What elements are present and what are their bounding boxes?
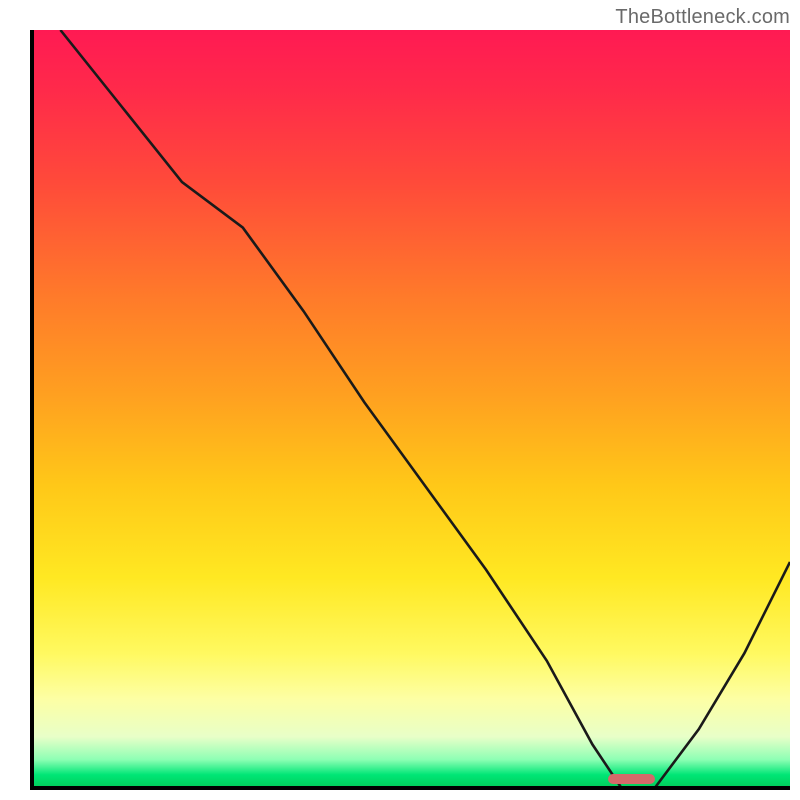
y-axis [30,30,34,790]
watermark-text: TheBottleneck.com [615,6,790,29]
axes [30,30,790,790]
x-axis [30,786,790,790]
plot-area [30,30,790,790]
chart-stage: TheBottleneck.com [0,0,800,800]
